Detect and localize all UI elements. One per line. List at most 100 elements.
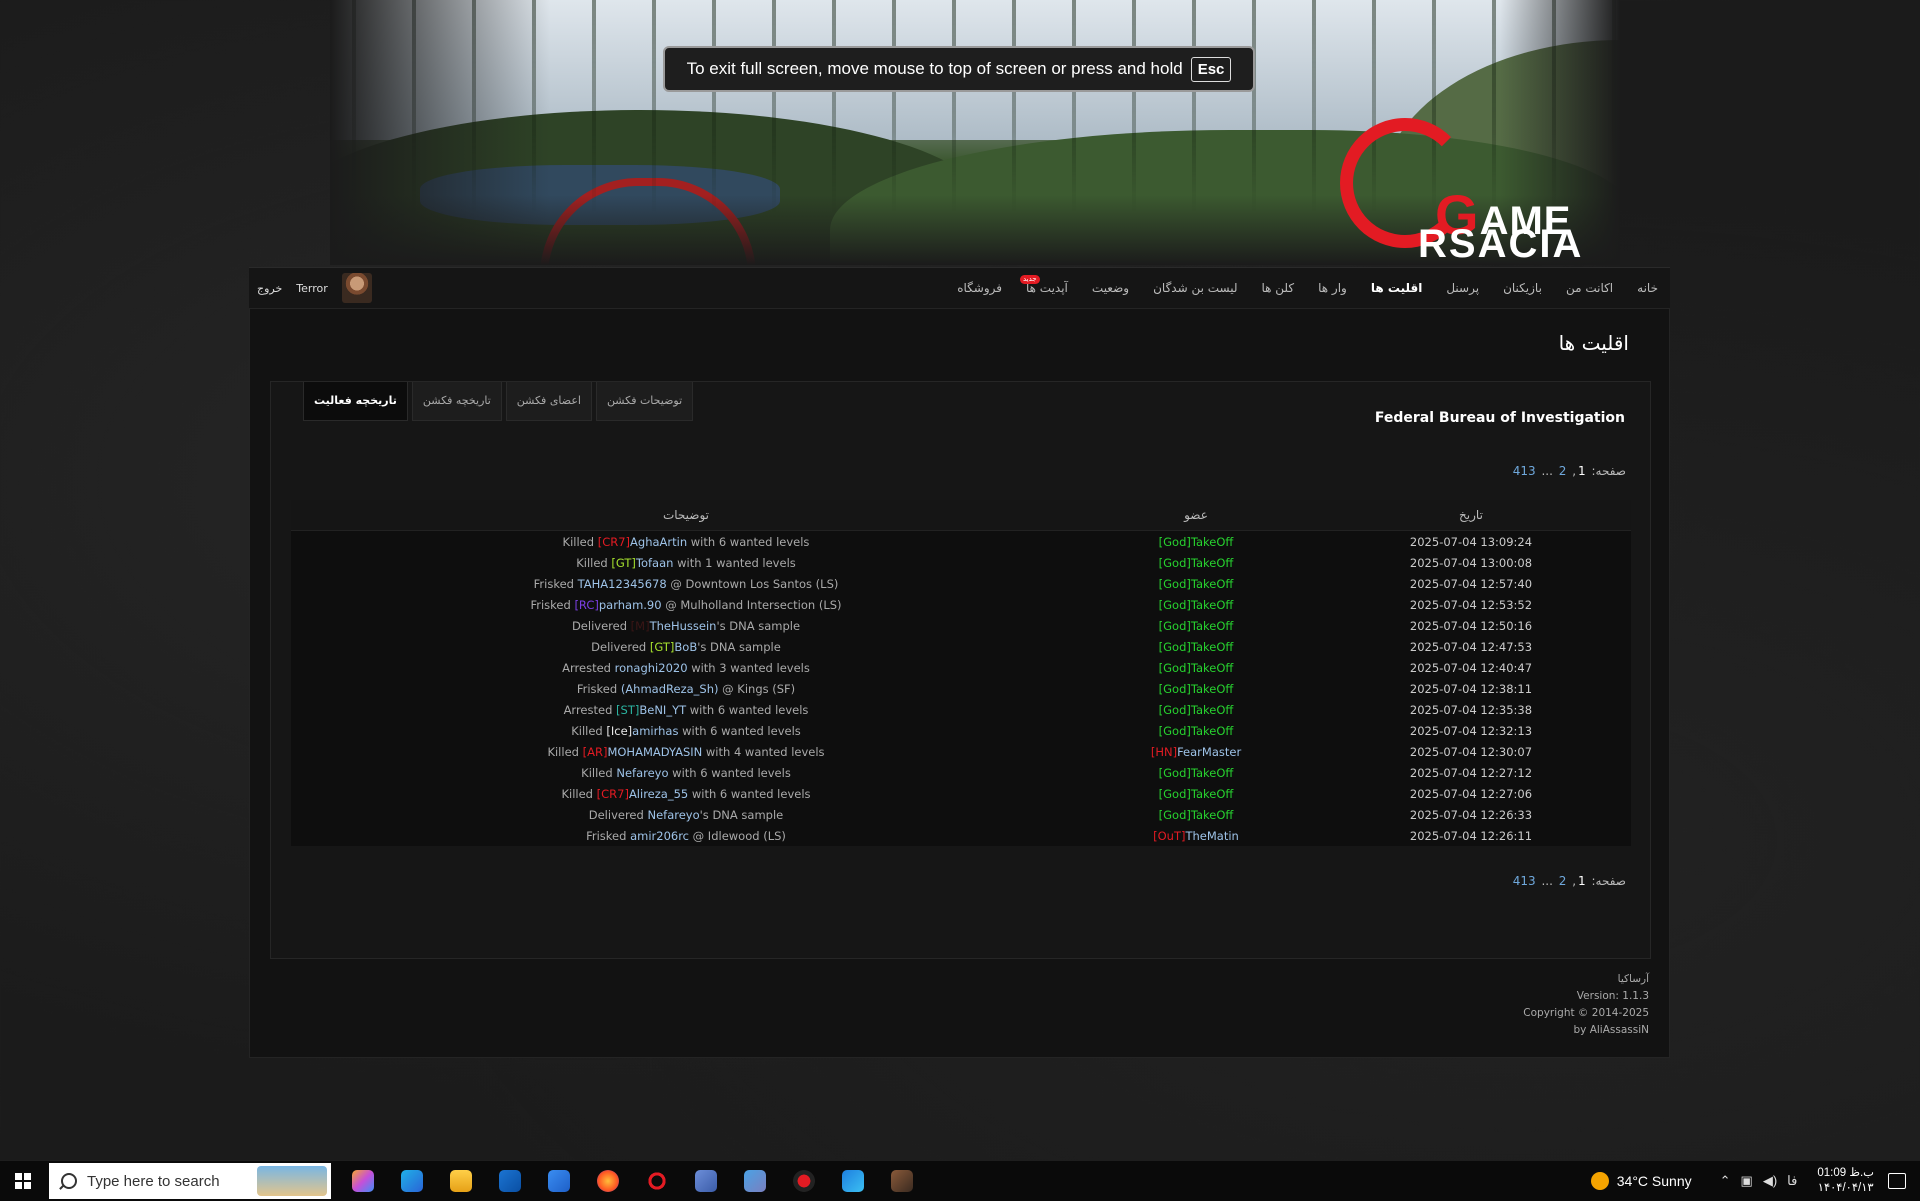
nav-item-3[interactable]: پرسنل <box>1434 268 1491 308</box>
page-link-last[interactable]: 413 <box>1513 464 1536 478</box>
new-badge: جدید <box>1020 275 1040 284</box>
copilot-icon <box>352 1170 374 1192</box>
row-action: Killed <box>581 765 613 780</box>
notification-icon[interactable] <box>1888 1173 1906 1189</box>
start-button[interactable] <box>0 1161 46 1201</box>
row-date: 2025-07-04 13:09:24 <box>1409 534 1533 549</box>
target-name[interactable]: Alireza_55 <box>629 787 688 801</box>
tab-3[interactable]: تاریخچه فعالیت <box>303 382 408 421</box>
row-member[interactable]: [God]TakeOff <box>1081 678 1311 699</box>
row-member[interactable]: [God]TakeOff <box>1081 699 1311 720</box>
page-link-1[interactable]: 1 <box>1578 874 1586 888</box>
target-name[interactable]: Nefareyo <box>616 766 668 780</box>
footer-site: آرساکیا <box>1617 973 1649 985</box>
row-member[interactable]: [God]TakeOff <box>1081 762 1311 783</box>
target-name[interactable]: parham.90 <box>599 598 662 612</box>
nav-item-10[interactable]: فروشگاه <box>945 268 1014 308</box>
nav-item-9[interactable]: آپدیت ها جدید <box>1014 268 1080 308</box>
file-explorer-taskbar-button[interactable] <box>443 1163 479 1199</box>
target-name[interactable]: Tofaan <box>636 556 674 570</box>
target-name[interactable]: TAHA12345678 <box>578 577 667 591</box>
row-member[interactable]: [God]TakeOff <box>1081 594 1311 615</box>
weather-text[interactable]: 34°C Sunny <box>1617 1173 1692 1189</box>
member-name: TakeOff <box>1190 660 1234 675</box>
chevron-up-icon[interactable]: ⌃ <box>1720 1173 1731 1189</box>
tab-1[interactable]: اعضای فکشن <box>505 382 592 421</box>
copilot-taskbar-button[interactable] <box>345 1163 381 1199</box>
volume-icon[interactable]: ◀) <box>1763 1173 1777 1189</box>
tab-2[interactable]: تاریخچه فکشن <box>411 382 502 421</box>
row-member[interactable]: [God]TakeOff <box>1081 720 1311 741</box>
target-name[interactable]: MOHAMADYASIN <box>607 745 702 759</box>
fullscreen-toast: To exit full screen, move mouse to top o… <box>663 46 1255 92</box>
table-row: Frisked amir206rc @ Idlewood (LS) [OuT]Th… <box>291 825 1631 846</box>
outlook-taskbar-button[interactable] <box>492 1163 528 1199</box>
row-member[interactable]: [God]TakeOff <box>1081 552 1311 573</box>
avatar[interactable] <box>341 273 372 303</box>
faction-panel: توضیحات فکشن اعضای فکشن تاریخچه فکشن تاریخچ… <box>270 381 1651 959</box>
username-link[interactable]: Terror <box>296 282 327 295</box>
row-member[interactable]: [God]TakeOff <box>1081 615 1311 636</box>
row-member[interactable]: [God]TakeOff <box>1081 783 1311 804</box>
nav-item-1[interactable]: اکانت من <box>1554 268 1625 308</box>
page-link-last[interactable]: 413 <box>1513 874 1536 888</box>
target-name[interactable]: amir206rc <box>630 829 689 843</box>
photos-taskbar-button[interactable] <box>835 1163 871 1199</box>
arsacia-taskbar-button[interactable] <box>639 1163 675 1199</box>
member-tag: [God] <box>1158 576 1191 591</box>
member-name: TakeOff <box>1190 597 1234 612</box>
page-link-2[interactable]: 2 <box>1559 874 1567 888</box>
firefox-taskbar-button[interactable] <box>590 1163 626 1199</box>
page-link-2[interactable]: 2 <box>1559 464 1567 478</box>
weather-sun-icon[interactable] <box>1590 1172 1609 1190</box>
row-member[interactable]: [God]TakeOff <box>1081 657 1311 678</box>
table-row: Frisked [RC]parham.90 @ Mulholland Inter… <box>291 594 1631 615</box>
row-detail: with 6 wanted levels <box>672 765 791 780</box>
clock[interactable]: 01:09 ب.ظ ۱۴۰۴/۰۴/۱۳ <box>1817 1166 1874 1196</box>
target-name[interactable]: BeNI_YT <box>639 703 686 717</box>
row-detail: with 3 wanted levels <box>691 660 810 675</box>
photos-icon <box>842 1170 864 1192</box>
target-name[interactable]: TheHussein <box>650 619 717 633</box>
arsacia-icon <box>646 1170 668 1192</box>
nav-item-6[interactable]: کلن ها <box>1250 268 1307 308</box>
record-taskbar-button[interactable] <box>786 1163 822 1199</box>
nav-item-7[interactable]: لیست بن شدگان <box>1141 268 1249 308</box>
target-name[interactable]: AhmadReza_Sh) <box>625 682 718 696</box>
target-name[interactable]: BoB <box>674 640 697 654</box>
nav-item-label: اقلیت ها <box>1370 281 1423 295</box>
target-name[interactable]: AghaArtin <box>630 535 687 549</box>
row-member[interactable]: [God]TakeOff <box>1081 531 1311 553</box>
nav-item-5[interactable]: وار ها <box>1306 268 1359 308</box>
row-member[interactable]: [God]TakeOff <box>1081 804 1311 825</box>
taskbar-search[interactable]: Type here to search <box>49 1163 331 1199</box>
row-member[interactable]: [God]TakeOff <box>1081 573 1311 594</box>
target-name[interactable]: amirhas <box>632 724 678 738</box>
nav-item-0[interactable]: خانه <box>1625 268 1670 308</box>
row-member[interactable]: [HN]FearMaster <box>1081 741 1311 762</box>
row-description: Killed Nefareyo with 6 wanted levels <box>291 762 1081 783</box>
nav-item-8[interactable]: وضعیت <box>1080 268 1141 308</box>
member-tag: [God] <box>1158 765 1191 780</box>
target-name[interactable]: Nefareyo <box>647 808 699 822</box>
tab-0[interactable]: توضیحات فکشن <box>595 382 694 421</box>
edge-taskbar-button[interactable] <box>394 1163 430 1199</box>
row-description: Frisked TAHA12345678 @ Downtown Los Sant… <box>291 573 1081 594</box>
nav-item-2[interactable]: بازیکنان <box>1491 268 1554 308</box>
target-tag: [CR7] <box>597 534 631 549</box>
nav-item-4[interactable]: اقلیت ها <box>1359 268 1434 308</box>
pager-label: صفحه: <box>1591 874 1626 888</box>
site-logo[interactable]: GAME RSACIA <box>1340 110 1630 266</box>
network-icon[interactable]: ▣ <box>1741 1173 1753 1189</box>
row-member[interactable]: [OuT]TheMatin <box>1081 825 1311 846</box>
game-taskbar-button[interactable] <box>884 1163 920 1199</box>
logout-link[interactable]: خروج <box>257 282 282 295</box>
remote-desktop-taskbar-button[interactable] <box>688 1163 724 1199</box>
control-panel-taskbar-button[interactable] <box>737 1163 773 1199</box>
language-indicator[interactable]: فا <box>1787 1173 1797 1189</box>
table-row: Delivered [GT]BoB's DNA sample [God]TakeO… <box>291 636 1631 657</box>
target-name[interactable]: ronaghi2020 <box>615 661 688 675</box>
page-link-1[interactable]: 1 <box>1578 464 1586 478</box>
row-member[interactable]: [God]TakeOff <box>1081 636 1311 657</box>
store-taskbar-button[interactable] <box>541 1163 577 1199</box>
